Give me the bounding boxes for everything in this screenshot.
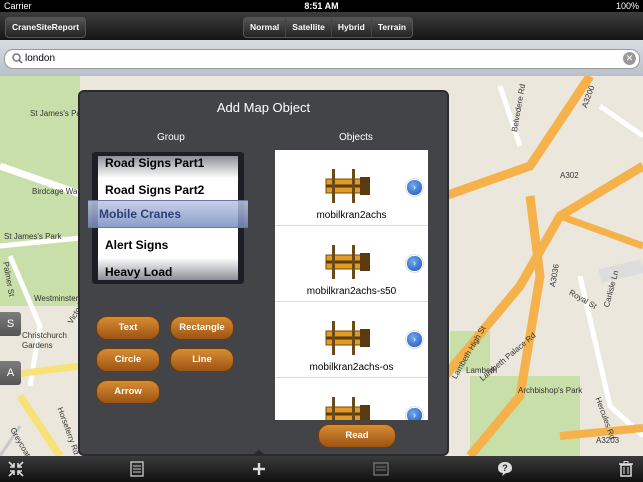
side-button-a[interactable]: A	[0, 361, 21, 385]
map-label: Christchurch Gardens	[22, 331, 67, 350]
search-bar: london ✕	[0, 40, 643, 76]
list-item[interactable]: ›	[275, 378, 428, 420]
svg-text:?: ?	[502, 463, 508, 473]
map-label: Lambeth	[466, 366, 498, 375]
crane-icon	[325, 245, 370, 279]
clear-icon[interactable]: ✕	[623, 52, 636, 65]
group-option[interactable]: Road Signs Part2	[105, 183, 204, 197]
group-header: Group	[157, 132, 185, 143]
map-type-terrain[interactable]: Terrain	[372, 18, 412, 37]
object-label: mobilkran2achs-os	[309, 362, 394, 373]
map-type-segmented-control: Normal Satellite Hybrid Terrain	[243, 17, 414, 38]
list-item[interactable]: › mobilkran2achs-s50	[275, 226, 428, 302]
group-option[interactable]: Road Signs Part1	[105, 156, 204, 170]
map-type-hybrid[interactable]: Hybrid	[332, 18, 372, 37]
status-bar: Carrier 8:51 AM 100%	[0, 0, 643, 12]
crane-icon	[325, 169, 370, 203]
list-icon[interactable]	[128, 460, 146, 478]
search-value: london	[25, 53, 56, 64]
map-label: Birdcage Walk	[32, 187, 84, 196]
arrow-button[interactable]: Arrow	[96, 380, 160, 404]
object-label: mobilkran2achs-s50	[306, 286, 397, 297]
read-button[interactable]: Read	[318, 424, 396, 448]
rectangle-button[interactable]: Rectangle	[170, 316, 234, 340]
disclosure-icon[interactable]: ›	[406, 331, 423, 348]
map-label: Archbishop's Park	[518, 386, 583, 395]
dialog-title: Add Map Object	[216, 100, 311, 115]
disclosure-icon[interactable]: ›	[406, 255, 423, 272]
map-label: Westminster	[34, 294, 79, 303]
battery-label: 100%	[615, 1, 639, 11]
disclosure-icon[interactable]: ›	[406, 407, 423, 420]
crane-icon	[325, 397, 370, 420]
map-type-satellite[interactable]: Satellite	[286, 18, 332, 37]
search-input[interactable]: london ✕	[4, 49, 640, 69]
crane-site-report-button[interactable]: CraneSiteReport	[5, 17, 87, 38]
map-label: St James's Park	[4, 232, 62, 241]
help-icon[interactable]: ?	[496, 460, 514, 478]
map-label: A3203	[596, 436, 620, 445]
trash-icon[interactable]	[617, 460, 635, 478]
side-button-s[interactable]: S	[0, 312, 21, 336]
group-option[interactable]: Heavy Load	[105, 265, 172, 279]
group-option[interactable]: Alert Signs	[105, 238, 168, 252]
crane-icon	[325, 321, 370, 355]
picker-selection-indicator: Mobile Cranes	[88, 200, 248, 228]
map-type-normal[interactable]: Normal	[244, 18, 287, 37]
add-map-object-dialog: Add Map Object Group Objects Road Signs …	[78, 90, 449, 456]
line-button[interactable]: Line	[170, 348, 234, 372]
text-button[interactable]: Text	[96, 316, 160, 340]
map-label: A302	[560, 171, 579, 180]
bottom-toolbar: ?	[0, 456, 643, 482]
group-picker[interactable]: Road Signs Part1 Road Signs Part2 Alert …	[88, 152, 248, 284]
objects-header: Objects	[339, 132, 373, 143]
top-toolbar: CraneSiteReport Normal Satellite Hybrid …	[0, 12, 643, 40]
time-label: 8:51 AM	[304, 1, 339, 11]
selected-group: Mobile Cranes	[99, 207, 182, 221]
object-label: mobilkran2achs	[316, 210, 387, 221]
list-item[interactable]: › mobilkran2achs-os	[275, 302, 428, 378]
list-item[interactable]: › mobilkran2achs	[275, 150, 428, 226]
objects-list[interactable]: › mobilkran2achs › mobilkran2achs-s50 › …	[275, 150, 428, 420]
document-icon[interactable]	[372, 460, 390, 478]
collapse-icon[interactable]	[7, 460, 25, 478]
add-icon[interactable]	[250, 460, 268, 478]
search-icon	[12, 53, 23, 64]
circle-button[interactable]: Circle	[96, 348, 160, 372]
disclosure-icon[interactable]: ›	[406, 179, 423, 196]
